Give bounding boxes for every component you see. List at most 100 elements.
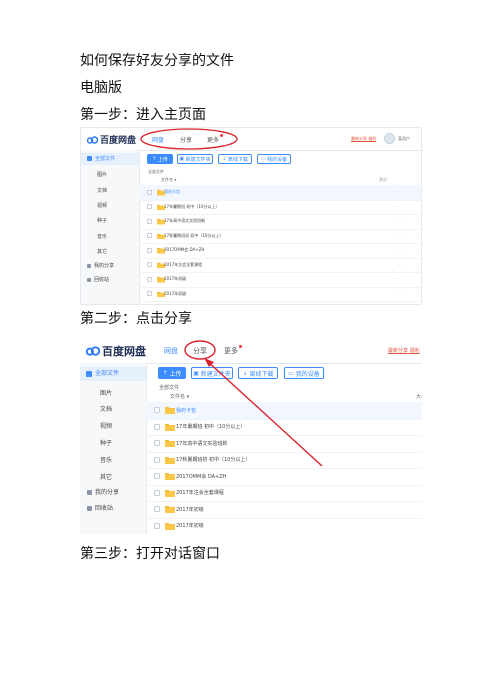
column-header-size[interactable]: 大小	[416, 393, 422, 400]
sidebar-item-all-files[interactable]: 全部文件	[81, 153, 139, 165]
table-row[interactable]: 17年暑期班 初中（10分以上）-	[146, 419, 422, 436]
file-name[interactable]: 2017OMM会 DA+ZH	[164, 247, 204, 253]
sidebar-item-torrents[interactable]: 种子	[100, 438, 112, 447]
table-row[interactable]: 我的卡包-	[139, 185, 421, 201]
sidebar-item-music[interactable]: 音乐	[100, 455, 112, 464]
table-row[interactable]: 17年高中语文实验班新-	[146, 435, 422, 453]
tab-more[interactable]: 更多	[207, 134, 224, 144]
sidebar-item-recycle-bin[interactable]: 回收站	[87, 503, 113, 512]
breadcrumb[interactable]: 全部文件	[159, 384, 179, 391]
table-row[interactable]: 2017OMM会 DA+ZH-	[139, 243, 421, 259]
row-checkbox[interactable]	[147, 291, 152, 297]
promo-link[interactable]: 最新分享 福利	[351, 136, 376, 142]
file-name[interactable]: 2017年注会全套课程	[164, 262, 202, 268]
share-icon	[87, 490, 92, 495]
tab-share[interactable]: 分享	[193, 346, 207, 356]
row-checkbox[interactable]	[147, 233, 152, 239]
offline-download-button[interactable]: ⇣ 离线下载	[218, 154, 252, 164]
row-checkbox[interactable]	[154, 456, 160, 463]
sidebar-item-other[interactable]: 其它	[100, 472, 112, 481]
document-subtitle: 电脑版	[80, 80, 122, 96]
table-row[interactable]: 17秋暑期班初 初中（10分以上）-	[146, 452, 422, 469]
breadcrumb[interactable]: 全部文件	[148, 169, 164, 175]
table-row[interactable]: 2017OMM会 DA+ZH-	[146, 468, 422, 486]
baidu-pan-logo: 百度网盘	[86, 343, 146, 359]
sidebar-item-torrents[interactable]: 种子	[97, 217, 107, 224]
row-checkbox[interactable]	[154, 489, 160, 496]
tab-more[interactable]: 更多	[224, 345, 242, 356]
file-name[interactable]: 我的卡包	[176, 407, 196, 414]
column-header-name[interactable]: 文件名 ▾	[161, 177, 176, 183]
file-name[interactable]: 2017OMM会 DA+ZH	[176, 473, 226, 480]
new-folder-button[interactable]: ▣ 新建文件夹	[191, 367, 233, 379]
sidebar-item-recycle-bin[interactable]: 回收站	[87, 276, 109, 283]
table-row[interactable]: 17秋暑期班初 初中（10分以上）-	[139, 229, 421, 244]
table-row[interactable]: 2017年初级-	[146, 501, 422, 519]
sidebar-item-my-share[interactable]: 我的分享	[87, 487, 119, 496]
table-row[interactable]: 2017年初级-	[146, 518, 422, 535]
sidebar-item-videos[interactable]: 视频	[97, 202, 107, 209]
sidebar-item-images[interactable]: 图片	[97, 171, 107, 178]
sidebar-item-docs[interactable]: 文档	[100, 404, 112, 413]
row-checkbox[interactable]	[154, 506, 160, 513]
file-name[interactable]: 2017年初级	[164, 276, 186, 282]
my-device-button[interactable]: ▭ 我的设备	[257, 154, 291, 164]
row-checkbox[interactable]	[154, 407, 160, 414]
logo-text: 百度网盘	[102, 345, 146, 358]
file-name[interactable]: 2017年初级	[176, 506, 204, 513]
file-name[interactable]: 2017年注会全套课程	[176, 489, 224, 496]
avatar[interactable]	[384, 133, 395, 144]
sidebar-item-images[interactable]: 图片	[100, 388, 112, 397]
tab-wangpan[interactable]: 网盘	[164, 346, 178, 356]
sidebar-item-music[interactable]: 音乐	[97, 233, 107, 240]
upload-button[interactable]: ⇡ 上传	[158, 367, 186, 379]
row-checkbox[interactable]	[147, 276, 152, 282]
folder-icon	[165, 423, 175, 431]
sidebar: 全部文件 图片 文档 视频 种子 音乐 其它 我的分享 回收站	[81, 150, 140, 304]
notification-dot	[239, 345, 242, 348]
table-row[interactable]: 2017年初级-	[139, 287, 421, 302]
file-name[interactable]: 17年高中语文实验班新	[164, 218, 205, 224]
upload-button[interactable]: ⇡ 上传	[147, 154, 173, 164]
offline-download-button[interactable]: ⇣ 离线下载	[238, 367, 278, 379]
row-checkbox[interactable]	[154, 423, 160, 430]
row-checkbox[interactable]	[154, 522, 160, 529]
file-name[interactable]: 17秋暑期班初 初中（10分以上）	[176, 456, 250, 463]
file-name[interactable]: 17年高中语文实验班新	[176, 440, 227, 447]
new-folder-button[interactable]: ▣ 新建文件夹	[177, 154, 213, 164]
sidebar-item-videos[interactable]: 视频	[100, 421, 112, 430]
tab-share[interactable]: 分享	[180, 135, 192, 144]
file-name[interactable]: 2017年初级	[176, 522, 204, 529]
row-checkbox[interactable]	[154, 440, 160, 447]
folder-icon	[165, 407, 175, 415]
file-name[interactable]: 17年暑期班 初中（10分以上）	[164, 204, 219, 210]
table-row[interactable]: 我的卡包-	[146, 402, 422, 420]
column-header-name[interactable]: 文件名 ▾	[170, 393, 189, 400]
file-name[interactable]: 17年暑期班 初中（10分以上）	[176, 423, 245, 430]
table-row[interactable]: 2017年注会全套课程-	[146, 485, 422, 502]
row-checkbox[interactable]	[147, 247, 152, 253]
sidebar-item-all-files[interactable]: 全部文件	[80, 367, 146, 381]
row-checkbox[interactable]	[147, 189, 152, 195]
file-name[interactable]: 17秋暑期班初 初中（10分以上）	[164, 233, 223, 239]
table-row[interactable]: 17年暑期班 初中（10分以上）-	[139, 200, 421, 215]
folder-icon	[165, 506, 175, 514]
table-row[interactable]: 17年高中语文实验班新-	[139, 214, 421, 230]
sidebar-item-docs[interactable]: 文档	[97, 187, 107, 194]
column-header-size[interactable]: 大小	[379, 177, 387, 183]
row-checkbox[interactable]	[154, 473, 160, 480]
promo-link[interactable]: 最新分享 福利	[388, 347, 420, 354]
tab-wangpan[interactable]: 网盘	[152, 135, 164, 144]
sidebar-item-other[interactable]: 其它	[97, 248, 107, 255]
file-name[interactable]: 我的卡包	[164, 189, 180, 195]
row-checkbox[interactable]	[147, 262, 152, 268]
sidebar-item-my-share[interactable]: 我的分享	[87, 262, 114, 269]
table-row[interactable]: 2017年注会全套课程-	[139, 258, 421, 273]
row-checkbox[interactable]	[147, 218, 152, 224]
folder-icon	[165, 522, 175, 530]
my-device-button[interactable]: ▭ 我的设备	[284, 367, 324, 379]
username[interactable]: 某用户	[398, 136, 410, 142]
table-row[interactable]: 2017年初级-	[139, 272, 421, 288]
row-checkbox[interactable]	[147, 204, 152, 210]
file-name[interactable]: 2017年初级	[164, 291, 186, 297]
